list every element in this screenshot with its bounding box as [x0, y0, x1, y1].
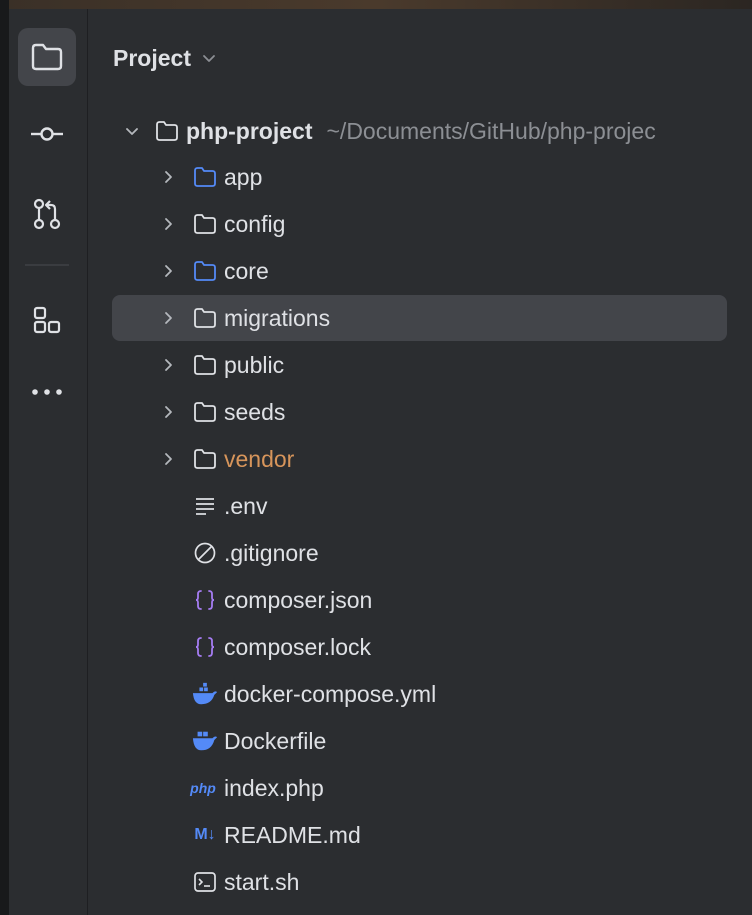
chevron-right-icon[interactable] — [156, 259, 180, 283]
json-icon — [192, 587, 218, 613]
tree-item-migrations[interactable]: migrations — [112, 295, 727, 341]
commit-tool-button[interactable] — [18, 105, 76, 163]
tree-item-start-sh[interactable]: start.sh — [112, 859, 727, 905]
tree-item-label: seeds — [224, 398, 286, 425]
folder-icon — [192, 399, 218, 425]
tree-item-label: composer.lock — [224, 633, 372, 660]
tree-item-label: public — [224, 351, 285, 378]
tree-item-label: vendor — [224, 445, 295, 472]
tree-item-dot-env[interactable]: .env — [112, 483, 727, 529]
structure-icon — [33, 306, 61, 334]
pull-request-icon — [33, 198, 61, 230]
chevron-right-icon[interactable] — [156, 306, 180, 330]
ignore-file-icon — [192, 540, 218, 566]
tree-item-composer-json[interactable]: composer.json — [112, 577, 727, 623]
commit-icon — [31, 127, 63, 141]
chevron-down-icon — [203, 55, 215, 62]
chevron-down-icon[interactable] — [120, 119, 144, 143]
folder-icon — [31, 43, 63, 71]
chevron-right-icon[interactable] — [156, 353, 180, 377]
chevron-right-icon[interactable] — [156, 165, 180, 189]
markdown-icon: M↓ — [194, 826, 216, 843]
tree-item-dockerfile[interactable]: Dockerfile — [112, 718, 727, 764]
root-path: ~/Documents/GitHub/php-projec — [326, 117, 656, 144]
tree-item-label: migrations — [224, 304, 331, 331]
tree-item-label: .gitignore — [224, 539, 319, 566]
more-icon — [32, 389, 62, 395]
tree-item-label: config — [224, 210, 286, 237]
panel-title: Project — [113, 44, 191, 71]
folder-icon — [192, 446, 218, 472]
tool-window-rail — [9, 9, 88, 915]
source-folder-icon — [192, 164, 218, 190]
tree-item-config[interactable]: config — [112, 201, 727, 247]
tree-root-php-project[interactable]: php-project ~/Documents/GitHub/php-proje… — [112, 108, 735, 154]
structure-tool-button[interactable] — [18, 291, 76, 349]
tree-item-label: README.md — [224, 821, 361, 848]
tree-item-core[interactable]: core — [112, 248, 727, 294]
tree-item-index-php[interactable]: php index.php — [112, 765, 727, 811]
tree-item-public[interactable]: public — [112, 342, 727, 388]
chevron-right-icon[interactable] — [156, 212, 180, 236]
tree-item-label: index.php — [224, 774, 324, 801]
project-tool-button[interactable] — [18, 28, 76, 86]
tree-item-composer-lock[interactable]: composer.lock — [112, 624, 727, 670]
more-tools-button[interactable] — [18, 363, 76, 421]
folder-icon — [192, 305, 218, 331]
folder-icon — [192, 211, 218, 237]
tree-item-docker-compose-yml[interactable]: docker-compose.yml — [112, 671, 727, 717]
tree-item-label: app — [224, 163, 263, 190]
text-file-icon — [192, 493, 218, 519]
window-top-edge — [0, 0, 752, 9]
tree-item-label: Dockerfile — [224, 727, 327, 754]
project-view-selector[interactable]: Project — [113, 42, 217, 74]
pull-requests-tool-button[interactable] — [18, 185, 76, 243]
tree-item-app[interactable]: app — [112, 154, 727, 200]
tree-item-label: composer.json — [224, 586, 373, 613]
folder-icon — [154, 118, 180, 144]
json-icon — [192, 634, 218, 660]
tree-item-label: core — [224, 257, 269, 284]
docker-compose-icon — [192, 681, 218, 707]
tree-item-label: docker-compose.yml — [224, 680, 437, 707]
tree-item-seeds[interactable]: seeds — [112, 389, 727, 435]
tree-item-readme-md[interactable]: M↓ README.md — [112, 812, 727, 858]
rail-separator — [25, 264, 69, 266]
root-name: php-project — [186, 117, 313, 144]
window-left-edge — [0, 0, 9, 915]
shell-script-icon — [192, 869, 218, 895]
docker-icon — [192, 728, 218, 754]
tree-item-label: start.sh — [224, 868, 300, 895]
chevron-right-icon[interactable] — [156, 447, 180, 471]
php-icon: php — [190, 780, 216, 796]
chevron-right-icon[interactable] — [156, 400, 180, 424]
tree-item-dot-gitignore[interactable]: .gitignore — [112, 530, 727, 576]
folder-icon — [192, 352, 218, 378]
tree-item-vendor[interactable]: vendor — [112, 436, 727, 482]
source-folder-icon — [192, 258, 218, 284]
tree-item-label: .env — [224, 492, 268, 519]
project-tool-window: Project php-project ~/Documents/GitHub/p… — [88, 9, 752, 915]
